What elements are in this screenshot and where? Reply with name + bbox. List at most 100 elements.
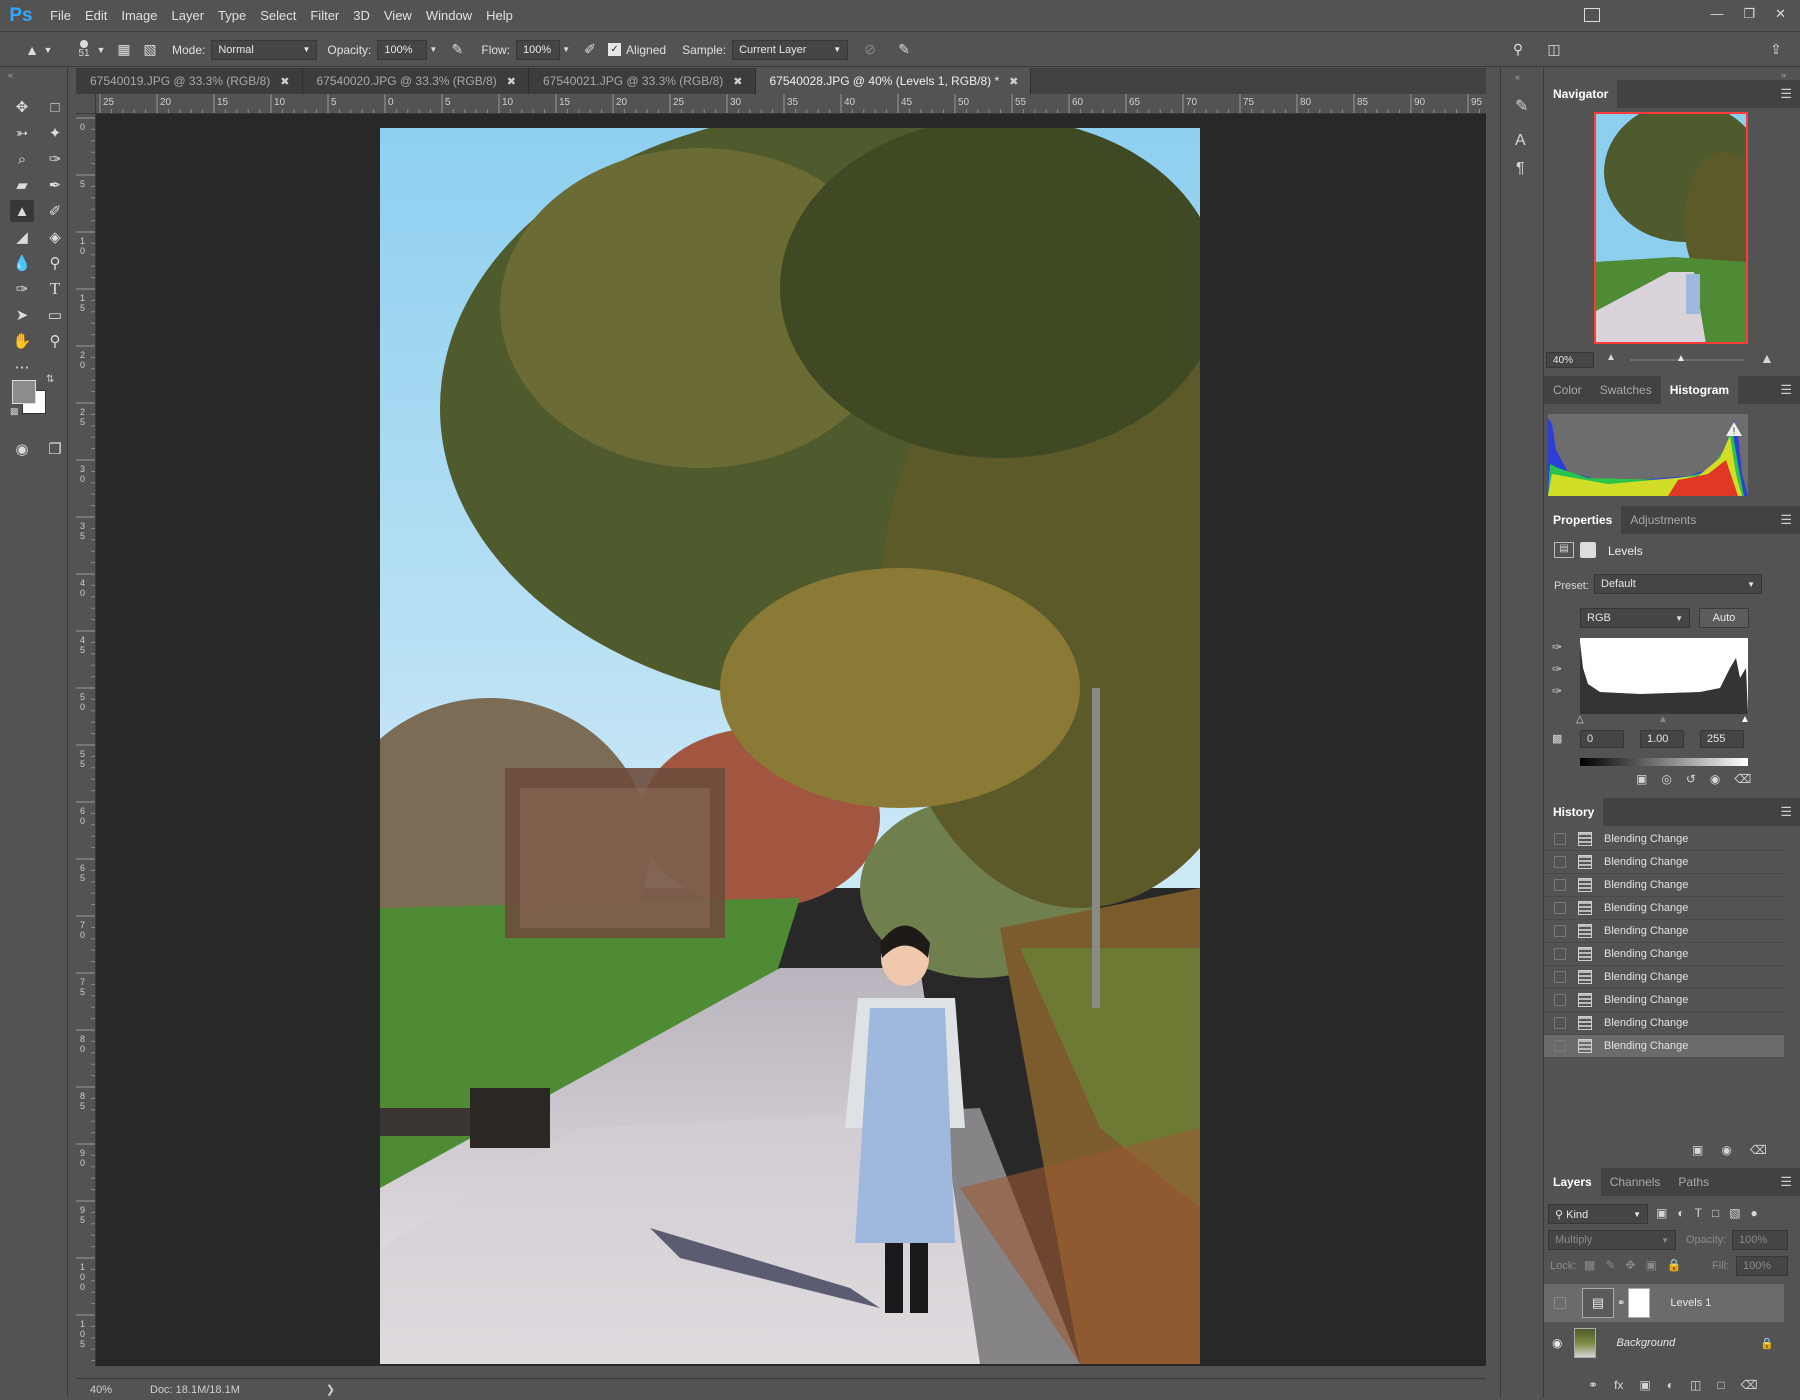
filter-shape-icon[interactable]: □ (1712, 1206, 1719, 1220)
opacity-input[interactable]: 100% (377, 39, 428, 60)
new-layer-icon[interactable]: □ (1717, 1378, 1724, 1392)
input-white-field[interactable]: 255 (1700, 730, 1744, 748)
layer-opacity-input[interactable]: 100% (1732, 1230, 1788, 1250)
clipping-display-icon[interactable]: ▩ (1552, 732, 1562, 745)
menu-window[interactable]: Window (426, 8, 472, 23)
layer-row[interactable]: ▤ ⚭ Levels 1 (1544, 1284, 1784, 1322)
visibility-icon[interactable]: ◉ (1710, 772, 1720, 786)
reset-icon[interactable]: ↺ (1686, 772, 1696, 786)
move-tool-icon[interactable]: ✥ (10, 96, 34, 118)
close-icon[interactable]: ✖ (280, 75, 289, 88)
auto-button[interactable]: Auto (1699, 608, 1749, 628)
magic-wand-tool-icon[interactable]: ✦ (43, 122, 67, 144)
menu-image[interactable]: Image (121, 8, 157, 23)
eraser-tool-icon[interactable]: ◢ (10, 226, 34, 248)
black-point-eyedropper-icon[interactable]: ✑ (1552, 640, 1562, 654)
type-tool-icon[interactable]: T (43, 278, 67, 300)
clip-to-layer-icon[interactable]: ▣ (1636, 772, 1647, 786)
workspace-icon[interactable] (1584, 8, 1600, 22)
layer-name[interactable]: Levels 1 (1670, 1297, 1711, 1309)
crop-tool-icon[interactable]: ⌕ (10, 148, 34, 170)
history-source-checkbox[interactable] (1554, 925, 1566, 937)
pen-tool-icon[interactable]: ✑ (10, 278, 34, 300)
new-document-from-state-icon[interactable]: ▣ (1692, 1143, 1703, 1157)
panel-menu-icon[interactable]: ☰ (1780, 86, 1792, 102)
preset-select[interactable]: Default ▼ (1594, 574, 1762, 594)
history-source-checkbox[interactable] (1554, 879, 1566, 891)
layer-row[interactable]: ◉ Background 🔒 (1544, 1324, 1784, 1362)
close-icon[interactable]: ✖ (733, 75, 742, 88)
lock-pixels-icon[interactable]: ▩ (1584, 1258, 1595, 1272)
menu-file[interactable]: File (50, 8, 71, 23)
brush-settings-icon[interactable]: ▦ (114, 40, 134, 60)
healing-brush-tool-icon[interactable]: ▰ (10, 174, 34, 196)
delete-icon[interactable]: ⌫ (1750, 1143, 1767, 1157)
character-panel-icon[interactable]: A (1515, 132, 1526, 150)
zoom-out-icon[interactable]: ▲ (1606, 352, 1616, 363)
more-tools-icon[interactable]: ⋯ (10, 356, 34, 378)
horizontal-ruler[interactable]: 25 20 15 10 5 0 5 10 15 20 25 30 35 40 45 50 55 60 65 70 75 8… (96, 94, 1486, 114)
new-adjustment-icon[interactable]: ◐ (1667, 1378, 1674, 1392)
document-image[interactable] (380, 128, 1200, 1364)
tab-navigator[interactable]: Navigator (1544, 80, 1618, 108)
lasso-tool-icon[interactable]: ➳ (10, 122, 34, 144)
layer-filter-select[interactable]: ⚲ Kind ▼ (1548, 1204, 1648, 1224)
link-icon[interactable]: ⚭ (1617, 1298, 1625, 1309)
tab-layers[interactable]: Layers (1544, 1168, 1601, 1196)
blur-tool-icon[interactable]: 💧 (10, 252, 34, 274)
document-tab[interactable]: 67540019.JPG @ 33.3% (RGB/8) ✖ (76, 68, 303, 94)
workspace-switcher-icon[interactable]: ◫ (1544, 40, 1564, 60)
layer-mask-thumbnail[interactable] (1628, 1288, 1651, 1318)
chevron-down-icon[interactable]: ▼ (427, 40, 439, 60)
tab-swatches[interactable]: Swatches (1591, 376, 1661, 404)
zoom-in-icon[interactable]: ▲ (1760, 350, 1774, 366)
lock-position-icon[interactable]: ✥ (1625, 1258, 1635, 1272)
navigator-zoom-slider[interactable] (1630, 359, 1744, 361)
filter-pixel-icon[interactable]: ▣ (1656, 1206, 1667, 1220)
visibility-toggle[interactable] (1554, 1297, 1566, 1309)
gray-point-eyedropper-icon[interactable]: ✑ (1552, 662, 1562, 676)
layer-style-icon[interactable]: fx (1614, 1378, 1623, 1392)
history-source-checkbox[interactable] (1554, 902, 1566, 914)
airbrush-icon[interactable]: ✐ (580, 40, 600, 60)
history-state[interactable]: Blending Change (1544, 828, 1784, 851)
panel-menu-icon[interactable]: ☰ (1780, 382, 1792, 398)
document-tab[interactable]: 67540021.JPG @ 33.3% (RGB/8) ✖ (529, 68, 756, 94)
screen-mode-icon[interactable]: ❐ (43, 438, 67, 460)
share-icon[interactable]: ⇪ (1766, 40, 1786, 60)
quick-mask-icon[interactable]: ◉ (10, 438, 34, 460)
menu-filter[interactable]: Filter (310, 8, 339, 23)
view-previous-icon[interactable]: ◎ (1661, 772, 1671, 786)
layer-name[interactable]: Background (1616, 1337, 1675, 1349)
chevron-down-icon[interactable]: ▼ (42, 40, 54, 60)
panel-menu-icon[interactable]: ☰ (1780, 512, 1792, 528)
history-source-checkbox[interactable] (1554, 948, 1566, 960)
filter-type-icon[interactable]: T (1695, 1206, 1702, 1220)
collapse-panels-icon[interactable]: » (1781, 70, 1786, 80)
pressure-size-icon[interactable]: ✎ (894, 40, 914, 60)
menu-view[interactable]: View (384, 8, 412, 23)
menu-edit[interactable]: Edit (85, 8, 107, 23)
chevron-down-icon[interactable]: ▼ (560, 40, 572, 60)
path-selection-tool-icon[interactable]: ➤ (10, 304, 34, 326)
chevron-down-icon[interactable]: ▼ (96, 40, 106, 60)
marquee-tool-icon[interactable]: □ (43, 96, 67, 118)
filter-smart-object-icon[interactable]: ▧ (1729, 1206, 1740, 1220)
history-state[interactable]: Blending Change (1544, 943, 1784, 966)
search-icon[interactable]: ⚲ (1508, 40, 1528, 60)
sample-select[interactable]: Current Layer ▼ (732, 39, 849, 60)
document-tab[interactable]: 67540020.JPG @ 33.3% (RGB/8) ✖ (302, 68, 529, 94)
menu-select[interactable]: Select (260, 8, 296, 23)
minimize-icon[interactable]: — (1710, 6, 1723, 22)
navigator-thumbnail[interactable] (1594, 112, 1748, 344)
input-black-field[interactable]: 0 (1580, 730, 1624, 748)
paragraph-panel-icon[interactable]: ¶ (1516, 160, 1525, 178)
rectangle-tool-icon[interactable]: ▭ (43, 304, 67, 326)
zoom-level[interactable]: 40% (76, 1384, 136, 1396)
input-gamma-field[interactable]: 1.00 (1640, 730, 1684, 748)
history-state[interactable]: Blending Change (1544, 1012, 1784, 1035)
character-styles-icon[interactable]: ✎ (1515, 96, 1528, 116)
filter-adjustment-icon[interactable]: ◐ (1677, 1206, 1684, 1220)
clone-stamp-tool-icon[interactable]: ▲ (22, 40, 42, 60)
channel-select[interactable]: RGB ▼ (1580, 608, 1690, 628)
